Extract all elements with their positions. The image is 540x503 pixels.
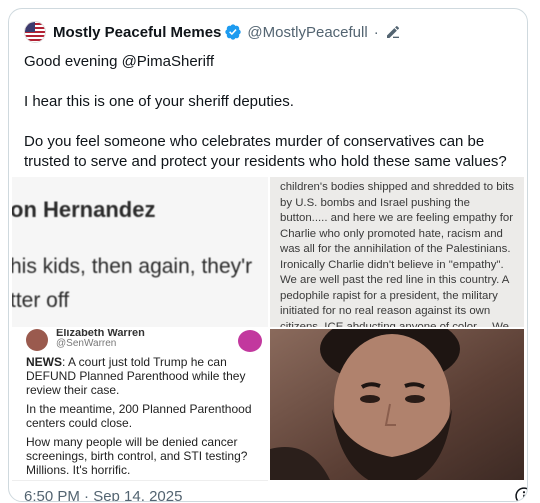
- tweet-timestamp[interactable]: 6:50 PM · Sep 14, 2025: [24, 488, 182, 501]
- tweet-paragraph: Good evening @PimaSheriff: [24, 53, 215, 70]
- tweet-text: Good evening @PimaSheriff I hear this is…: [24, 52, 519, 172]
- resistance-badge-icon: [238, 330, 262, 352]
- image-post-body: NEWS: A court just told Trump he can DEF…: [26, 355, 262, 480]
- verified-badge-icon: [225, 24, 242, 40]
- edit-pencil-icon[interactable]: [385, 24, 401, 40]
- media-image-2[interactable]: children's bodies shipped and shredded t…: [270, 177, 524, 327]
- image-text-block: children's bodies shipped and shredded t…: [280, 181, 514, 327]
- separator-dot: ·: [373, 23, 379, 41]
- tweet-header: Mostly Peaceful Memes @MostlyPeacefull ·: [24, 21, 401, 43]
- image-post-handle: @SenWarren: [56, 338, 117, 349]
- warren-avatar: [26, 329, 48, 351]
- image-post-paragraph: In the meantime, 200 Planned Parenthood …: [26, 402, 252, 430]
- news-label: NEWS: [26, 355, 62, 369]
- image-post-paragraph: How many people will be denied cancer sc…: [26, 435, 248, 477]
- media-image-1[interactable]: on Hernandez his kids, then again, they'…: [12, 177, 268, 327]
- info-icon[interactable]: [514, 486, 528, 502]
- image-text-line: tter off: [12, 289, 70, 312]
- man-portrait-photo: [270, 329, 524, 480]
- media-grid: on Hernandez his kids, then again, they'…: [12, 177, 524, 481]
- tweet-paragraph: I hear this is one of your sheriff deput…: [24, 93, 294, 110]
- us-flag-avatar[interactable]: [24, 21, 46, 43]
- media-image-4[interactable]: [270, 329, 524, 480]
- tweet-card: Mostly Peaceful Memes @MostlyPeacefull ·…: [8, 8, 528, 502]
- media-image-3[interactable]: Elizabeth Warren @SenWarren NEWS: A cour…: [12, 329, 268, 481]
- tweet-paragraph: Do you feel someone who celebrates murde…: [24, 133, 507, 170]
- user-handle[interactable]: @MostlyPeacefull: [247, 24, 367, 41]
- image-text-line: his kids, then again, they'r: [12, 255, 253, 278]
- display-name[interactable]: Mostly Peaceful Memes: [53, 24, 221, 41]
- image-text-line: on Hernandez: [12, 197, 156, 222]
